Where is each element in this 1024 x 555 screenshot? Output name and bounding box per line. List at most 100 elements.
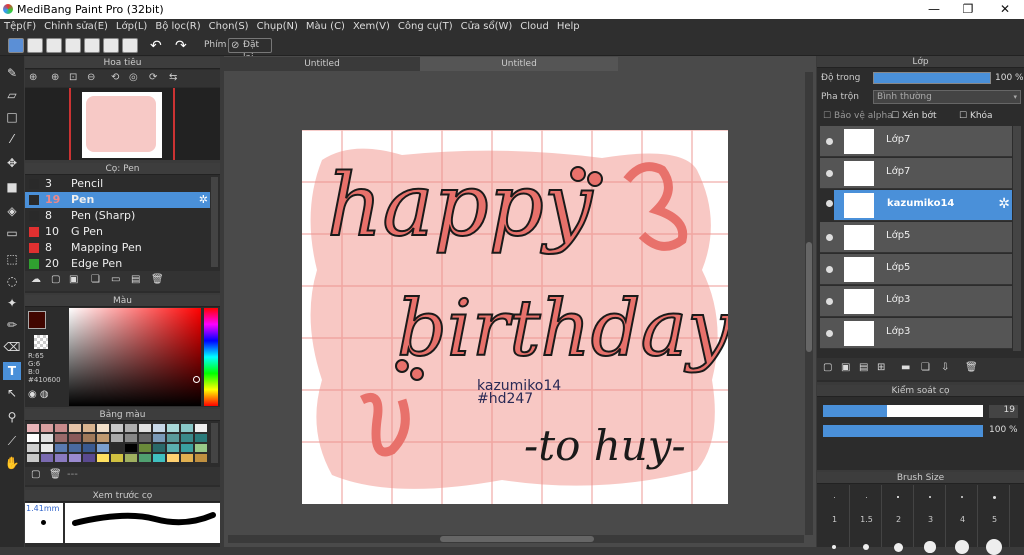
menu-help[interactable]: Help bbox=[553, 19, 584, 34]
palette-swatch[interactable] bbox=[125, 444, 137, 452]
palette-swatch[interactable] bbox=[111, 424, 123, 432]
layer-scrollbar[interactable] bbox=[1013, 126, 1021, 351]
copy-brush-icon[interactable]: ❏ bbox=[91, 274, 100, 285]
menu-layer[interactable]: Lớp(L) bbox=[112, 19, 151, 34]
palette-swatch[interactable] bbox=[111, 434, 123, 442]
menu-cloud[interactable]: Cloud bbox=[516, 19, 553, 34]
artwork-canvas[interactable]: happy birthday kazumiko14 #hd247 -to huy… bbox=[302, 130, 728, 504]
visibility-eye-icon[interactable] bbox=[826, 234, 833, 241]
palette-swatch[interactable] bbox=[153, 434, 165, 442]
palette-swatch[interactable] bbox=[41, 454, 53, 462]
tab-untitled-2[interactable]: Untitled bbox=[420, 57, 618, 71]
palette-swatch[interactable] bbox=[181, 454, 193, 462]
message-icon[interactable] bbox=[65, 38, 81, 53]
palette-swatch[interactable] bbox=[97, 444, 109, 452]
palette-swatch[interactable] bbox=[153, 444, 165, 452]
primary-color-swatch[interactable] bbox=[28, 311, 46, 329]
palette-swatch[interactable] bbox=[27, 444, 39, 452]
grid-icon[interactable] bbox=[122, 38, 138, 53]
brush-item[interactable]: 8 Mapping Pen bbox=[25, 240, 210, 256]
palette-swatch[interactable] bbox=[83, 454, 95, 462]
select-tool-icon[interactable]: ⬚ bbox=[3, 250, 21, 268]
palette-swatch[interactable] bbox=[55, 454, 67, 462]
layer-item[interactable]: Lớp3 bbox=[820, 318, 1012, 349]
menu-file[interactable]: Tệp(F) bbox=[0, 19, 40, 34]
navigator-preview[interactable] bbox=[25, 88, 220, 160]
move-tool-icon[interactable]: ✥ bbox=[3, 154, 21, 172]
folder-icon[interactable]: ▭ bbox=[111, 274, 120, 285]
new-layer-icon[interactable]: ▢ bbox=[823, 362, 832, 373]
delete-brush-icon[interactable]: 🗑 bbox=[151, 274, 164, 285]
hscroll-thumb[interactable] bbox=[440, 536, 594, 542]
palette-swatch[interactable] bbox=[27, 454, 39, 462]
rectangle-tool-icon[interactable]: □ bbox=[3, 108, 21, 126]
palette-swatch[interactable] bbox=[167, 424, 179, 432]
brush-size-cell[interactable]: 1.5 bbox=[851, 485, 882, 551]
gradient-tool-icon[interactable]: ▭ bbox=[3, 224, 21, 242]
palette-swatch[interactable] bbox=[139, 434, 151, 442]
brush-opacity-slider[interactable] bbox=[823, 425, 983, 437]
layer-folder-icon[interactable]: ▬ bbox=[901, 362, 910, 373]
magic-wand-icon[interactable]: ✦ bbox=[3, 294, 21, 312]
cloud-save-icon[interactable] bbox=[8, 38, 24, 53]
add-brush-icon[interactable]: ▣ bbox=[69, 274, 78, 285]
layer-item[interactable]: Lớp5 bbox=[820, 254, 1012, 285]
palette-swatch[interactable] bbox=[125, 434, 137, 442]
palette-swatch[interactable] bbox=[69, 444, 81, 452]
page-icon[interactable] bbox=[84, 38, 100, 53]
palette-swatch[interactable] bbox=[153, 424, 165, 432]
palette-swatch[interactable] bbox=[41, 424, 53, 432]
zoom-in-2-icon[interactable]: ⊕ bbox=[51, 72, 59, 83]
palette-swatch[interactable] bbox=[27, 424, 39, 432]
blend-select[interactable]: Bình thường ▾ bbox=[873, 90, 1021, 104]
palette-swatch[interactable] bbox=[55, 424, 67, 432]
menu-edit[interactable]: Chỉnh sửa(E) bbox=[40, 19, 112, 34]
palette-swatch[interactable] bbox=[195, 434, 207, 442]
brush-size-cell[interactable]: 5 bbox=[979, 485, 1010, 555]
hue-slider[interactable] bbox=[204, 308, 218, 406]
eraser-tool-icon[interactable]: ▱ bbox=[3, 86, 21, 104]
visibility-eye-icon[interactable] bbox=[826, 330, 833, 337]
delete-palette-icon[interactable]: 🗑 bbox=[49, 469, 62, 480]
operation-tool-icon[interactable]: ↖ bbox=[3, 384, 21, 402]
brush-settings-gear-icon[interactable]: ✲ bbox=[199, 192, 208, 208]
share-icon[interactable] bbox=[27, 38, 43, 53]
canvas-vscroll[interactable] bbox=[805, 72, 813, 535]
zoom-in-icon[interactable]: ⊕ bbox=[29, 72, 37, 83]
palette-icon[interactable]: ◉ bbox=[28, 389, 37, 400]
brush-size-slider[interactable] bbox=[823, 405, 983, 417]
fill-rect-tool-icon[interactable]: ■ bbox=[3, 178, 21, 196]
brush-size-cell[interactable]: 2 bbox=[883, 485, 914, 552]
palette-swatch[interactable] bbox=[139, 424, 151, 432]
palette-swatch[interactable] bbox=[111, 454, 123, 462]
layer-item[interactable]: Lớp5 bbox=[820, 222, 1012, 253]
palette-swatch[interactable] bbox=[167, 434, 179, 442]
wheel-icon[interactable]: ◍ bbox=[40, 389, 49, 400]
brush-scrollbar[interactable] bbox=[211, 177, 218, 267]
line-tool-icon[interactable]: ⁄ bbox=[3, 130, 21, 148]
lock-checkbox[interactable]: ☐ Khóa bbox=[959, 111, 993, 121]
rotate-reset-icon[interactable]: ◎ bbox=[129, 72, 138, 83]
palette-swatch[interactable] bbox=[181, 434, 193, 442]
secondary-color-swatch[interactable] bbox=[34, 335, 48, 349]
menu-color[interactable]: Màu (C) bbox=[302, 19, 349, 34]
palette-swatch[interactable] bbox=[111, 444, 123, 452]
merge-layer-icon[interactable]: ⇩ bbox=[941, 362, 949, 373]
brush-item[interactable]: 19 Pen ✲ bbox=[25, 192, 210, 208]
palette-swatch[interactable] bbox=[195, 424, 207, 432]
menu-filter[interactable]: Bộ lọc(R) bbox=[151, 19, 204, 34]
palette-swatch[interactable] bbox=[195, 444, 207, 452]
visibility-eye-icon[interactable] bbox=[826, 138, 833, 145]
text-tool-icon[interactable]: T bbox=[3, 362, 21, 380]
visibility-eye-icon[interactable] bbox=[826, 266, 833, 273]
hand-tool-icon[interactable]: ✋ bbox=[3, 454, 21, 472]
redo-icon[interactable]: ↷ bbox=[175, 38, 187, 54]
delete-layer-icon[interactable]: 🗑 bbox=[965, 362, 978, 373]
layer-item[interactable]: Lớp7 bbox=[820, 126, 1012, 157]
palette-swatch[interactable] bbox=[97, 434, 109, 442]
palette-swatch[interactable] bbox=[27, 434, 39, 442]
reset-button[interactable]: ⊘Đặt lại bbox=[228, 38, 272, 63]
brush-size-cell[interactable]: 3 bbox=[915, 485, 946, 553]
color-gradient-picker[interactable] bbox=[69, 308, 201, 406]
palette-swatch[interactable] bbox=[83, 424, 95, 432]
